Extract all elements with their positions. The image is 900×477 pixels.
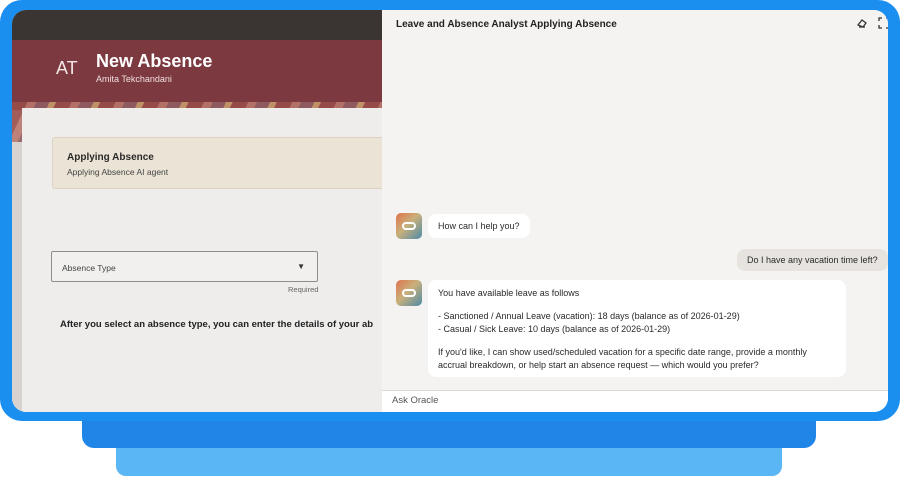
avatar: AT [56, 58, 78, 78]
required-hint: Required [288, 285, 319, 294]
eraser-icon[interactable] [856, 17, 868, 29]
absence-type-label: Absence Type [62, 263, 116, 273]
user-message: Do I have any vacation time left? [737, 249, 888, 271]
bot-avatar [396, 280, 422, 306]
user-message-text: Do I have any vacation time left? [747, 255, 878, 265]
user-name: Amita Tekchandani [96, 74, 172, 84]
bot-message-reply: You have available leave as follows - Sa… [428, 280, 846, 378]
agent-card-subtitle: Applying Absence AI agent [67, 167, 169, 177]
chat-input-bar [382, 390, 888, 412]
side-strip [12, 142, 22, 412]
bot-message-greeting: How can I help you? [428, 214, 530, 239]
chat-panel: Leave and Absence Analyst Applying Absen… [382, 10, 888, 412]
reply-line-annual: - Sanctioned / Annual Leave (vacation): … [438, 311, 740, 322]
chevron-down-icon[interactable]: ▼ [297, 262, 305, 271]
ask-oracle-input[interactable] [392, 395, 872, 406]
reply-line-casual: - Casual / Sick Leave: 10 days (balance … [438, 323, 671, 334]
chat-title: Leave and Absence Analyst Applying Absen… [396, 19, 617, 30]
bot-greeting-text: How can I help you? [438, 221, 520, 231]
reply-followup: If you'd like, I can show used/scheduled… [438, 347, 807, 370]
expand-icon[interactable] [878, 17, 888, 29]
screen: AT New Absence Amita Tekchandani Applyin… [12, 10, 888, 412]
agent-card[interactable]: Applying Absence Applying Absence AI age… [52, 137, 392, 189]
mockup-frame: AT New Absence Amita Tekchandani Applyin… [0, 0, 900, 421]
form-instruction: After you select an absence type, you ca… [60, 319, 374, 330]
app-top-bar [12, 10, 392, 40]
device-mockup: AT New Absence Amita Tekchandani Applyin… [0, 0, 900, 477]
agent-card-title: Applying Absence [67, 152, 154, 163]
absence-type-select[interactable]: Absence Type ▼ [51, 251, 318, 282]
bot-avatar [396, 213, 422, 239]
reply-intro: You have available leave as follows [438, 288, 580, 298]
page-title: New Absence [96, 51, 213, 71]
